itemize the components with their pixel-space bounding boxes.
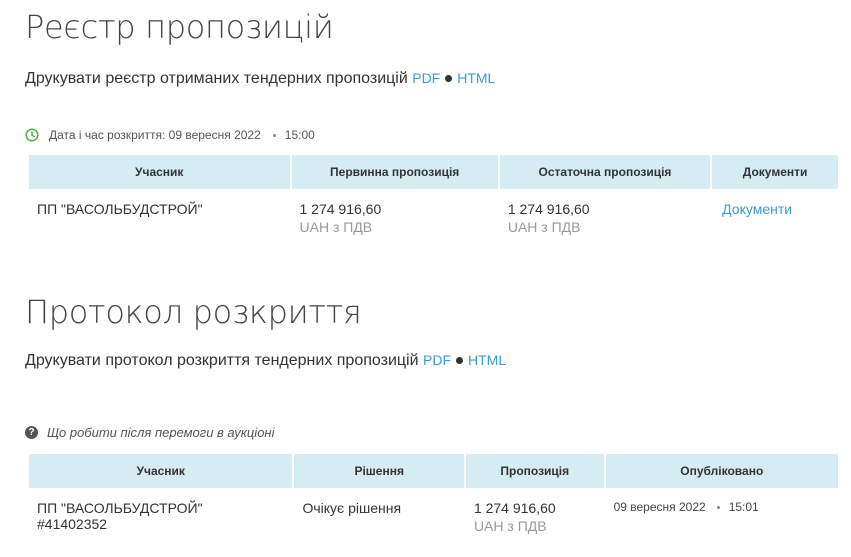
published-date: 09 вересня 2022	[613, 500, 706, 514]
protocol-pdf-link[interactable]: PDF	[423, 352, 451, 368]
registry-print-line: Друкувати реєстр отриманих тендерних про…	[25, 70, 495, 88]
opening-datetime: Дата і час розкриття: 09 вересня 2022 15…	[25, 128, 315, 142]
registry-pdf-link[interactable]: PDF	[412, 70, 440, 86]
final-offer-cell: 1 274 916,60 UAH з ПДВ	[500, 189, 710, 235]
col-offer: Пропозиція	[465, 454, 604, 488]
decision: Очікує рішення	[302, 500, 402, 516]
protocol-title: Протокол розкриття	[25, 293, 362, 331]
protocol-table: Учасник Рішення Пропозиція Опубліковано …	[27, 454, 840, 534]
published-cell: 09 вересня 2022 15:01	[606, 488, 838, 534]
offer-cell: 1 274 916,60 UAH з ПДВ	[466, 488, 604, 534]
col-initial-offer: Первинна пропозиція	[291, 155, 498, 189]
participant-id: #41402352	[37, 516, 108, 532]
published-time: 15:01	[728, 500, 759, 514]
clock-icon	[25, 128, 39, 142]
registry-print-text: Друкувати реєстр отриманих тендерних про…	[25, 70, 408, 87]
registry-table: Учасник Первинна пропозиція Остаточна пр…	[27, 155, 840, 235]
registry-title: Реєстр пропозицій	[25, 8, 334, 46]
table-row: ПП "ВАСОЛЬБУДСТРОЙ" 1 274 916,60 UAH з П…	[29, 189, 838, 235]
col-participant: Учасник	[29, 454, 293, 488]
bullet-separator	[456, 356, 463, 364]
documents-cell: Документи	[712, 189, 838, 235]
initial-currency: UAH з ПДВ	[299, 219, 373, 235]
col-decision: Рішення	[294, 454, 464, 488]
registry-html-link[interactable]: HTML	[457, 70, 495, 86]
opening-date-label: Дата і час розкриття: 09 вересня 2022	[49, 128, 261, 142]
offer-amount: 1 274 916,60	[473, 500, 556, 516]
bullet-separator	[445, 74, 453, 82]
col-final-offer: Остаточна пропозиція	[499, 155, 711, 189]
dot-separator	[272, 133, 276, 137]
help-text: Що робити після перемоги в аукціоні	[47, 425, 275, 440]
initial-offer-cell: 1 274 916,60 UAH з ПДВ	[292, 189, 498, 235]
table-row: ПП "ВАСОЛЬБУДСТРОЙ" #41402352 Очікує ріш…	[29, 488, 838, 534]
col-participant: Учасник	[29, 155, 290, 189]
final-currency: UAH з ПДВ	[507, 219, 581, 235]
col-documents: Документи	[712, 155, 838, 189]
participant-name: ПП "ВАСОЛЬБУДСТРОЙ"	[37, 500, 203, 516]
published-datetime: 09 вересня 2022 15:01	[614, 500, 830, 514]
protocol-html-link[interactable]: HTML	[468, 352, 506, 368]
protocol-print-line: Друкувати протокол розкриття тендерних п…	[25, 352, 506, 370]
col-published: Опубліковано	[605, 454, 838, 488]
offer-currency: UAH з ПДВ	[473, 518, 547, 534]
final-amount: 1 274 916,60	[507, 201, 590, 217]
help-link[interactable]: ? Що робити після перемоги в аукціоні	[25, 425, 274, 440]
documents-link[interactable]: Документи	[722, 201, 792, 217]
participant-cell: ПП "ВАСОЛЬБУДСТРОЙ" #41402352	[29, 488, 292, 534]
participant-name: ПП "ВАСОЛЬБУДСТРОЙ"	[37, 201, 203, 217]
question-circle-icon: ?	[25, 426, 38, 439]
initial-amount: 1 274 916,60	[299, 201, 382, 217]
protocol-print-text: Друкувати протокол розкриття тендерних п…	[25, 352, 419, 369]
opening-time: 15:00	[284, 128, 315, 142]
dot-separator	[716, 505, 720, 509]
